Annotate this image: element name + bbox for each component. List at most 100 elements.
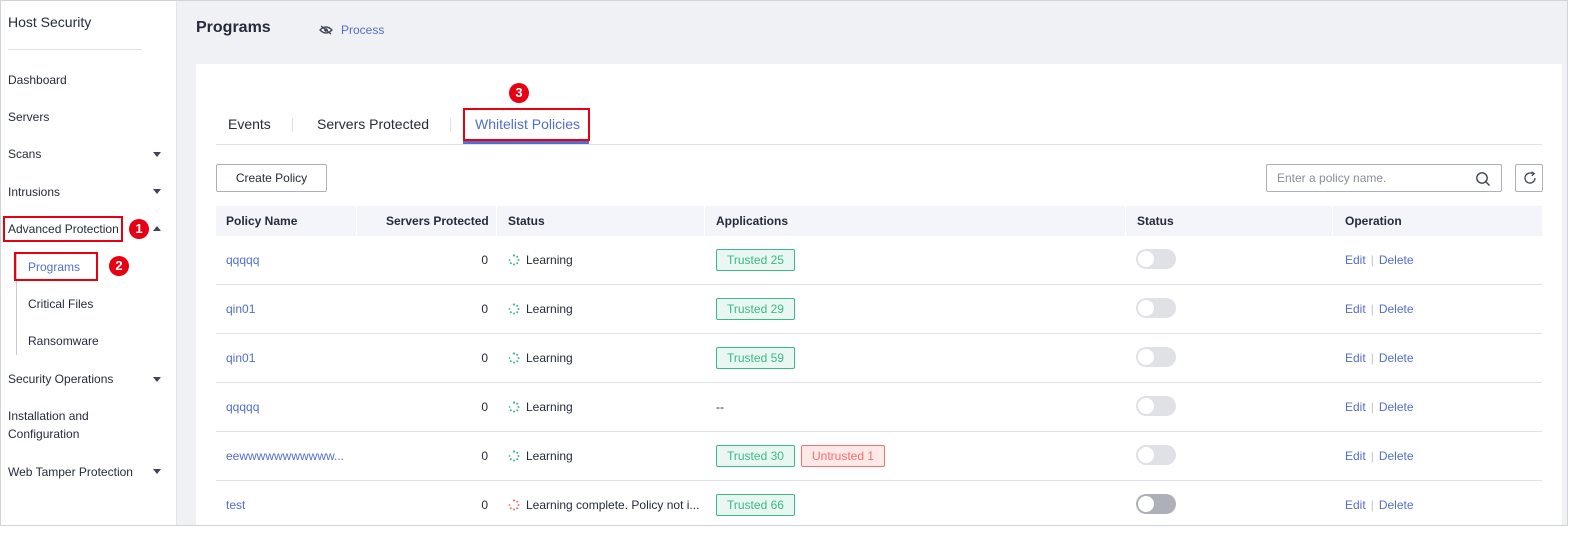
policy-name-link[interactable]: test [226,498,245,512]
trusted-tag[interactable]: Trusted 30 [716,445,795,467]
column-divider [1125,206,1126,236]
table-row: qin01 0 Learning Trusted 59 Edit | Delete [216,334,1542,383]
column-divider [1332,206,1333,236]
column-divider [496,206,497,236]
policy-name-link[interactable]: qqqqq [226,253,259,267]
servers-protected-count: 0 [481,351,488,365]
servers-protected-count: 0 [481,253,488,267]
tab-separator [450,118,451,132]
status-toggle[interactable] [1136,298,1176,318]
delete-link[interactable]: Delete [1379,253,1414,267]
tab-servers-protected[interactable]: Servers Protected [317,116,429,132]
chevron-down-icon[interactable] [153,377,161,382]
policy-name-link[interactable]: qin01 [226,351,255,365]
process-link[interactable]: Process [319,23,384,37]
policy-name-link[interactable]: qin01 [226,302,255,316]
status-text: Learning [526,253,573,267]
create-policy-button[interactable]: Create Policy [216,164,327,192]
policy-name-link[interactable]: qqqqq [226,400,259,414]
tab-events[interactable]: Events [228,116,271,132]
policy-name-link[interactable]: eewwwwwwwwwww... [226,449,344,463]
status-text: Learning [526,449,573,463]
column-divider [704,206,705,236]
delete-link[interactable]: Delete [1379,449,1414,463]
eye-hidden-icon [319,25,333,35]
column-header-operation: Operation [1345,214,1402,228]
sidebar-title: Host Security [8,14,92,30]
sidebar-item-dashboard[interactable]: Dashboard [8,71,67,89]
step-badge-3: 3 [509,83,529,103]
applications-empty: -- [716,400,724,414]
active-tab-indicator [463,141,589,144]
spinner-icon [508,499,520,511]
sidebar-item-intrusions[interactable]: Intrusions [8,183,60,201]
app-window: Host Security Dashboard Servers Scans In… [0,0,1568,526]
trusted-tag[interactable]: Trusted 66 [716,494,795,516]
untrusted-tag[interactable]: Untrusted 1 [801,445,886,467]
edit-link[interactable]: Edit [1345,351,1366,365]
row-operations: Edit | Delete [1345,253,1414,267]
sidebar-item-web-tamper-protection[interactable]: Web Tamper Protection [8,463,133,481]
delete-link[interactable]: Delete [1379,351,1414,365]
learning-status: Learning [508,302,573,316]
chevron-down-icon[interactable] [153,469,161,474]
table-row: qqqqq 0 Learning Trusted 25 Edit | Delete [216,236,1542,285]
chevron-down-icon[interactable] [153,152,161,157]
sidebar-item-installation-line2[interactable]: Configuration [8,425,79,443]
page-title: Programs [196,19,271,36]
learning-status: Learning [508,449,573,463]
learning-status: Learning [508,400,573,414]
edit-link[interactable]: Edit [1345,302,1366,316]
delete-link[interactable]: Delete [1379,498,1414,512]
trusted-tag[interactable]: Trusted 29 [716,298,795,320]
status-text: Learning [526,302,573,316]
status-toggle[interactable] [1136,396,1176,416]
refresh-button[interactable] [1515,164,1543,192]
toggle-knob [1138,496,1154,512]
edit-link[interactable]: Edit [1345,253,1366,267]
sidebar-item-scans[interactable]: Scans [8,145,41,163]
sidebar-item-servers[interactable]: Servers [8,108,49,126]
table-row: eewwwwwwwwwww... 0 Learning Trusted 30 U… [216,432,1542,481]
sidebar-item-installation-line1[interactable]: Installation and [8,407,89,425]
step-badge-2: 2 [109,256,129,276]
policy-search-input[interactable] [1267,165,1467,191]
status-toggle[interactable] [1136,494,1176,514]
edit-link[interactable]: Edit [1345,400,1366,414]
column-header-servers-protected: Servers Protected [386,214,489,228]
servers-protected-count: 0 [481,449,488,463]
edit-link[interactable]: Edit [1345,498,1366,512]
chevron-down-icon[interactable] [153,189,161,194]
trusted-tag[interactable]: Trusted 59 [716,347,795,369]
row-operations: Edit | Delete [1345,351,1414,365]
column-header-policy-name: Policy Name [226,214,298,228]
table-header: Policy Name Servers Protected Status App… [216,206,1542,236]
highlight-box-whitelist-policies [463,108,590,141]
status-toggle[interactable] [1136,249,1176,269]
status-toggle[interactable] [1136,347,1176,367]
toggle-knob [1138,349,1154,365]
sidebar-item-critical-files[interactable]: Critical Files [28,297,93,311]
chevron-up-icon[interactable] [153,226,161,231]
step-badge-1: 1 [129,219,149,239]
search-icon[interactable] [1475,171,1491,187]
delete-link[interactable]: Delete [1379,302,1414,316]
spinner-icon [508,352,520,364]
status-toggle[interactable] [1136,445,1176,465]
servers-protected-count: 0 [481,498,488,512]
sidebar-item-ransomware[interactable]: Ransomware [28,334,99,348]
process-link-label[interactable]: Process [341,23,384,37]
servers-protected-count: 0 [481,400,488,414]
table-row: test 0 Learning complete. Policy not i..… [216,481,1542,525]
table-row: qin01 0 Learning Trusted 29 Edit | Delete [216,285,1542,334]
delete-link[interactable]: Delete [1379,400,1414,414]
learning-status: Learning [508,253,573,267]
edit-link[interactable]: Edit [1345,449,1366,463]
trusted-tag[interactable]: Trusted 25 [716,249,795,271]
toggle-knob [1138,447,1154,463]
highlight-box-advanced-protection [3,216,123,242]
toggle-knob [1138,251,1154,267]
sidebar-item-security-operations[interactable]: Security Operations [8,370,113,388]
tab-separator [292,118,293,132]
status-text: Learning complete. Policy not i... [526,498,700,512]
